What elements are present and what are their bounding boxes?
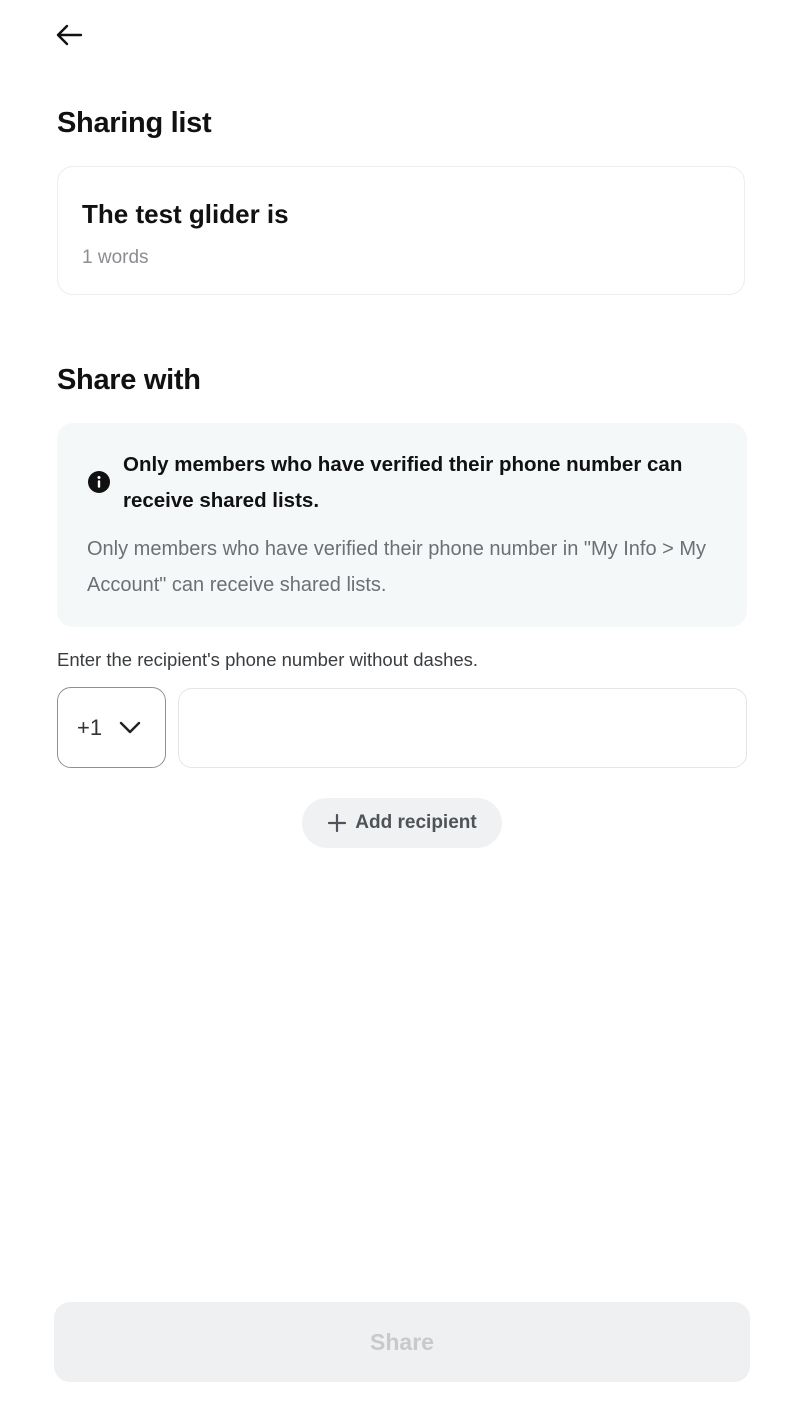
phone-number-input[interactable] <box>178 688 747 768</box>
share-with-title: Share with <box>57 364 201 396</box>
back-button[interactable] <box>50 18 88 52</box>
plus-icon <box>328 813 347 833</box>
notice-body: Only members who have verified their pho… <box>87 538 707 596</box>
share-list-screen: Sharing list The test glider is 1 words … <box>0 0 806 1408</box>
phone-number-hint: Enter the recipient's phone number witho… <box>57 649 479 670</box>
country-code-select[interactable]: +1 <box>57 687 166 768</box>
notice-title: Only members who have verified their pho… <box>123 453 683 512</box>
add-recipient-label: Add recipient <box>355 812 477 833</box>
sharing-list-title: Sharing list <box>57 107 212 139</box>
arrow-left-icon <box>56 24 83 46</box>
list-name: The test glider is <box>82 199 289 229</box>
info-icon <box>88 471 110 493</box>
verification-notice: Only members who have verified their pho… <box>57 423 747 627</box>
share-button[interactable]: Share <box>54 1302 750 1382</box>
list-word-count: 1 words <box>82 247 149 268</box>
country-code-value: +1 <box>77 715 103 740</box>
shared-list-card: The test glider is 1 words <box>57 166 745 295</box>
add-recipient-button[interactable]: Add recipient <box>302 798 502 848</box>
share-button-label: Share <box>370 1328 434 1355</box>
chevron-down-icon <box>119 721 141 734</box>
